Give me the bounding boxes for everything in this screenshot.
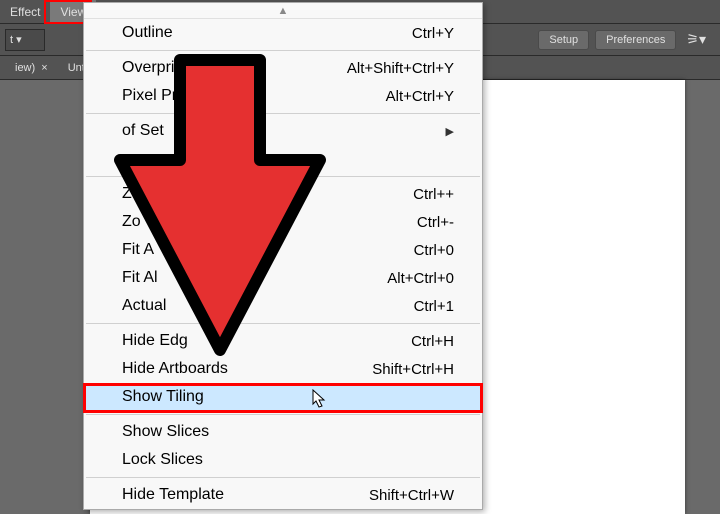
separator	[86, 176, 480, 177]
menu-label: Hide Artboards	[122, 360, 228, 378]
menu-overprint[interactable]: Overprint Alt+Shift+Ctrl+Y	[84, 54, 482, 82]
menu-shortcut: Alt+Ctrl+0	[387, 270, 454, 287]
menu-label: Actual	[122, 297, 166, 315]
menu-hide-edges[interactable]: Hide Edg Ctrl+H	[84, 327, 482, 355]
menu-label: Overprint	[122, 59, 188, 77]
menu-lock-slices[interactable]: Lock Slices	[84, 446, 482, 474]
separator	[86, 414, 480, 415]
menu-hide-template[interactable]: Hide Template Shift+Ctrl+W	[84, 481, 482, 509]
separator	[86, 50, 480, 51]
flyout-icon[interactable]: ⚞▾	[682, 31, 710, 48]
separator	[86, 323, 480, 324]
menu-actual-size[interactable]: Actual Ctrl+1	[84, 292, 482, 320]
menu-shortcut: Ctrl++	[413, 186, 454, 203]
menu-shortcut: Alt+Ctrl+Y	[386, 88, 454, 105]
menu-show-slices[interactable]: Show Slices	[84, 418, 482, 446]
submenu-arrow-icon: ▶	[446, 125, 454, 138]
menu-label: Zo	[122, 213, 141, 231]
menu-shortcut: Ctrl+-	[417, 214, 454, 231]
doc-tab-1[interactable]: iew) ×	[5, 58, 58, 78]
toolbar-dropdown-left[interactable]: t ▾	[5, 29, 45, 51]
separator	[86, 477, 480, 478]
menu-label: Z	[122, 185, 132, 203]
menu-shortcut: Shift+Ctrl+W	[369, 487, 454, 504]
menu-pixel-preview[interactable]: Pixel Prev Alt+Ctrl+Y	[84, 82, 482, 110]
menu-shortcut: Shift+Ctrl+H	[372, 361, 454, 378]
menu-label: Hide Template	[122, 486, 224, 504]
menu-shortcut: Ctrl+1	[414, 298, 454, 315]
menu-label: Fit A ow	[122, 241, 246, 259]
menu-hide-artboards[interactable]: Hide Artboards Shift+Ctrl+H	[84, 355, 482, 383]
menu-label: Pixel Prev	[122, 87, 194, 105]
menu-shortcut: Alt+Shift+Ctrl+Y	[347, 60, 454, 77]
menu-shortcut: Ctrl+Y	[412, 25, 454, 42]
menu-label: Lock Slices	[122, 451, 203, 469]
menu-zoom-in[interactable]: Z Ctrl++	[84, 180, 482, 208]
menu-proof-colors[interactable]	[84, 145, 482, 173]
separator	[86, 113, 480, 114]
menu-shortcut: Ctrl+0	[414, 242, 454, 259]
menu-effect[interactable]: Effect	[0, 0, 50, 23]
preferences-button[interactable]: Preferences	[595, 30, 676, 50]
menu-label: Show Tiling	[122, 388, 204, 406]
view-dropdown: ▲ Outline Ctrl+Y Overprint Alt+Shift+Ctr…	[83, 2, 483, 510]
menu-label: Fit Al	[122, 269, 158, 287]
setup-button[interactable]: Setup	[538, 30, 589, 50]
menu-label: Outline	[122, 24, 173, 42]
menu-show-tiling[interactable]: Show Tiling	[84, 383, 482, 411]
menu-label: of Set	[122, 122, 164, 140]
menu-label: Hide Edg	[122, 332, 188, 350]
menu-fit-all[interactable]: Fit Al Alt+Ctrl+0	[84, 264, 482, 292]
menu-shortcut: Ctrl+H	[411, 333, 454, 350]
menu-zoom-out[interactable]: Zo Ctrl+-	[84, 208, 482, 236]
scroll-up-icon[interactable]: ▲	[84, 3, 482, 19]
menu-fit-artboard[interactable]: Fit A ow Ctrl+0	[84, 236, 482, 264]
menu-proof-setup[interactable]: of Set ▶	[84, 117, 482, 145]
menu-label: Show Slices	[122, 423, 209, 441]
menu-outline[interactable]: Outline Ctrl+Y	[84, 19, 482, 47]
